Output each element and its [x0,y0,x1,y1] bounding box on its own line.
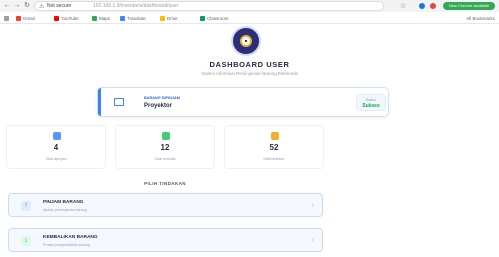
projector-icon [114,98,124,106]
logo-emblem [240,35,252,47]
url-site: Not secure [47,3,72,9]
section-title: PILIH TINDAKAN [144,181,186,186]
bookmark-maps[interactable]: Maps [92,15,110,22]
drive-icon [160,16,165,22]
bookmark-item[interactable] [4,15,11,22]
gmail-icon [16,16,21,22]
bookmarks-bar: Gmail YouTube Maps Translate Drive Class… [0,12,499,24]
bookmark-classroom[interactable]: Classroom [200,15,229,22]
status-value: Sukses [362,103,380,109]
stat-label: Total dipinjam [45,157,67,161]
return-icon [271,132,279,140]
return-item-button[interactable]: ↓ KEMBALIKAN BARANG Proses pengembalian … [8,228,323,252]
bookmark-drive[interactable]: Drive [160,15,178,22]
stat-card-returned: 52 Dikembalikan [224,125,324,169]
reload-icon[interactable]: ↻ [23,2,31,10]
stat-label: Total tersedia [154,157,176,161]
bookmark-star-icon[interactable]: ☆ [400,2,406,10]
youtube-icon [54,16,59,22]
maps-icon [92,16,97,22]
card-accent [98,88,101,116]
forward-icon[interactable]: → [13,2,21,10]
stat-label: Dikembalikan [263,157,285,161]
update-button[interactable]: New Chrome available [443,2,495,10]
translate-icon [120,16,125,22]
stat-value: 52 [269,143,279,152]
all-bookmarks[interactable]: All Bookmarks [466,15,495,22]
bookmark-youtube[interactable]: YouTube [54,15,79,22]
stat-card-borrowed: 4 Total dipinjam [6,125,106,169]
status-badge: Status Sukses [356,94,386,111]
box-icon [53,132,61,140]
chevron-right-icon: › [311,200,314,209]
borrowed-item-label: BARANG DIPINJAM [144,96,180,100]
arrow-down-icon: ↓ [21,236,31,246]
action-subtitle: Proses pengembalian barang [43,243,90,247]
borrowed-item-value: Proyektor [144,103,173,109]
bookmark-translate[interactable]: Translate [120,15,146,22]
chevron-right-icon: › [311,235,314,244]
lock-icon[interactable]: ⚠ [39,3,44,10]
borrow-item-button[interactable]: ↑ PINJAM BARANG Ajukan peminjaman barang… [8,193,323,217]
page-title: DASHBOARD USER [209,60,290,69]
stats-row: 4 Total dipinjam 12 Total tersedia 52 Di… [0,125,330,170]
profile-icon[interactable] [430,3,436,9]
address-bar[interactable]: ⚠ Not secure 192.168.1.9/inventaris/dash… [34,1,384,11]
borrowed-item-card: BARANG DIPINJAM Proyektor Status Sukses [97,87,389,117]
classroom-icon [200,16,205,22]
stat-card-available: 12 Total tersedia [115,125,215,169]
status-label: Status [366,98,376,102]
page-subtitle: Sistem Informasi Peminjaman Barang Elekt… [201,71,298,76]
url-path: 192.168.1.9/inventaris/dashboard/user [93,3,179,9]
arrow-up-icon: ↑ [21,201,31,211]
stat-value: 4 [53,143,59,152]
action-title: PINJAM BARANG [43,200,84,205]
back-icon[interactable]: ← [3,2,11,10]
browser-toolbar: ← → ↻ ⚠ Not secure 192.168.1.9/inventari… [0,0,499,12]
bookmark-gmail[interactable]: Gmail [16,15,35,22]
action-title: KEMBALIKAN BARANG [43,235,98,240]
check-icon [162,132,170,140]
action-subtitle: Ajukan peminjaman barang [43,208,87,212]
school-logo [231,26,261,56]
stat-value: 12 [160,143,170,152]
extension-icon[interactable] [419,3,425,9]
